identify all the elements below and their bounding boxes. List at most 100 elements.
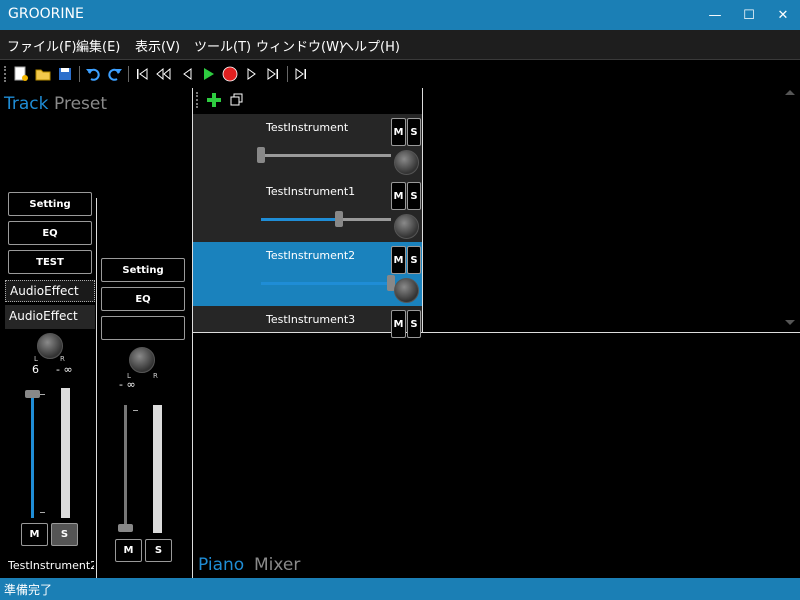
duplicate-track-icon[interactable] [229,92,245,108]
fader-tick [133,410,138,411]
solo-button[interactable]: S [51,523,78,546]
setting-button[interactable]: Setting [101,258,185,282]
fader-tick [40,512,45,513]
channel-name: TestInstrument2 [8,559,94,572]
status-text: 準備完了 [4,583,53,597]
menu-help[interactable]: ヘルプ(H) [341,36,400,55]
fader-tick [40,394,45,395]
volume-fader-track[interactable] [31,396,34,518]
menu-window[interactable]: ウィンドウ(W) [256,36,344,55]
track-mute-button[interactable]: M [391,182,406,210]
volume-db-readout: 6 [32,363,39,376]
track-row[interactable]: TestInstrument2 M S [193,242,422,306]
pan-knob[interactable] [129,347,155,373]
undo-icon[interactable] [84,64,102,84]
pan-right-label: R [60,355,65,363]
effect-slot[interactable]: AudioEffect [5,280,95,302]
eq-button[interactable]: EQ [8,221,92,245]
peak-db-readout: - ∞ [56,363,73,376]
toolbar-separator [79,66,80,82]
pan-knob[interactable] [37,333,63,359]
tab-track[interactable]: Track [4,94,48,114]
skip-end-icon[interactable] [264,64,282,84]
track-volume-slider[interactable] [261,218,391,221]
track-volume-slider[interactable] [261,154,391,157]
close-button[interactable]: ✕ [766,0,800,30]
track-row[interactable]: TestInstrument M S [193,114,422,178]
track-volume-handle[interactable] [257,147,265,163]
maximize-button[interactable]: ☐ [732,0,766,30]
menu-tools[interactable]: ツール(T) [194,36,251,55]
test-button[interactable]: TEST [8,250,92,274]
track-row[interactable]: TestInstrument3 M S [193,306,422,338]
channel-strip-2: Setting EQ L R - ∞ M S [97,255,192,578]
app-window: GROORINE — ☐ ✕ ファイル(F) 編集(E) 表示(V) ツール(T… [0,0,800,600]
mute-button[interactable]: M [115,539,142,562]
setting-button[interactable]: Setting [8,192,92,216]
track-pan-knob[interactable] [394,278,419,303]
tab-preset[interactable]: Preset [54,94,107,114]
skip-end-icon[interactable] [292,64,310,84]
pan-left-label: L [34,355,38,363]
rewind-icon[interactable] [154,64,172,84]
track-solo-button[interactable]: S [407,246,421,274]
track-volume-fill [261,282,391,285]
redo-icon[interactable] [106,64,124,84]
toolbar-separator [128,66,129,82]
toolbar-separator [287,66,288,82]
tab-mixer[interactable]: Mixer [254,555,300,575]
title-bar: GROORINE — ☐ ✕ [0,0,800,30]
track-pan-knob[interactable] [394,150,419,175]
play-icon[interactable] [199,64,217,84]
open-icon[interactable] [34,64,52,84]
save-icon[interactable] [56,64,74,84]
track-pan-knob[interactable] [394,214,419,239]
effect-slot[interactable]: AudioEffect [5,305,95,329]
toolbar [0,60,800,88]
new-icon[interactable] [12,64,30,84]
effect-button[interactable] [101,316,185,340]
volume-fader-handle[interactable] [118,524,133,532]
volume-db-readout: - ∞ [119,378,136,391]
track-name: TestInstrument2 [266,249,356,262]
menu-bar: ファイル(F) 編集(E) 表示(V) ツール(T) ウィンドウ(W) ヘルプ(… [0,30,800,60]
track-row[interactable]: TestInstrument1 M S [193,178,422,242]
scroll-down-icon[interactable] [785,320,795,325]
record-icon[interactable] [221,64,239,84]
track-volume-handle[interactable] [335,211,343,227]
track-name: TestInstrument1 [266,185,356,198]
tab-piano[interactable]: Piano [198,555,244,575]
track-mute-button[interactable]: M [391,310,406,338]
track-mute-button[interactable]: M [391,246,406,274]
track-mute-button[interactable]: M [391,118,406,146]
status-bar: 準備完了 [0,578,800,600]
track-solo-button[interactable]: S [407,182,421,210]
track-toolbar-grip[interactable] [196,92,199,108]
track-volume-fill [261,218,339,221]
add-track-icon[interactable] [205,91,223,109]
minimize-button[interactable]: — [698,0,732,30]
track-list-border [422,88,423,333]
skip-start-icon[interactable] [133,64,151,84]
scroll-up-icon[interactable] [785,90,795,95]
volume-fader-handle[interactable] [25,390,40,398]
solo-button[interactable]: S [145,539,172,562]
splitter[interactable] [193,332,800,333]
track-volume-slider[interactable] [261,282,391,285]
volume-fader-track[interactable] [124,405,127,527]
step-forward-icon[interactable] [243,64,261,84]
menu-file[interactable]: ファイル(F) [7,36,77,55]
track-solo-button[interactable]: S [407,118,421,146]
eq-button[interactable]: EQ [101,287,185,311]
level-meter [153,405,162,533]
level-meter [61,388,70,518]
menu-edit[interactable]: 編集(E) [76,36,120,55]
step-back-icon[interactable] [178,64,196,84]
menu-view[interactable]: 表示(V) [135,36,180,55]
mute-button[interactable]: M [21,523,48,546]
window-title: GROORINE [8,6,84,22]
toolbar-grip[interactable] [4,66,7,82]
track-name: TestInstrument [266,121,349,134]
track-name: TestInstrument3 [266,313,356,326]
track-solo-button[interactable]: S [407,310,421,338]
